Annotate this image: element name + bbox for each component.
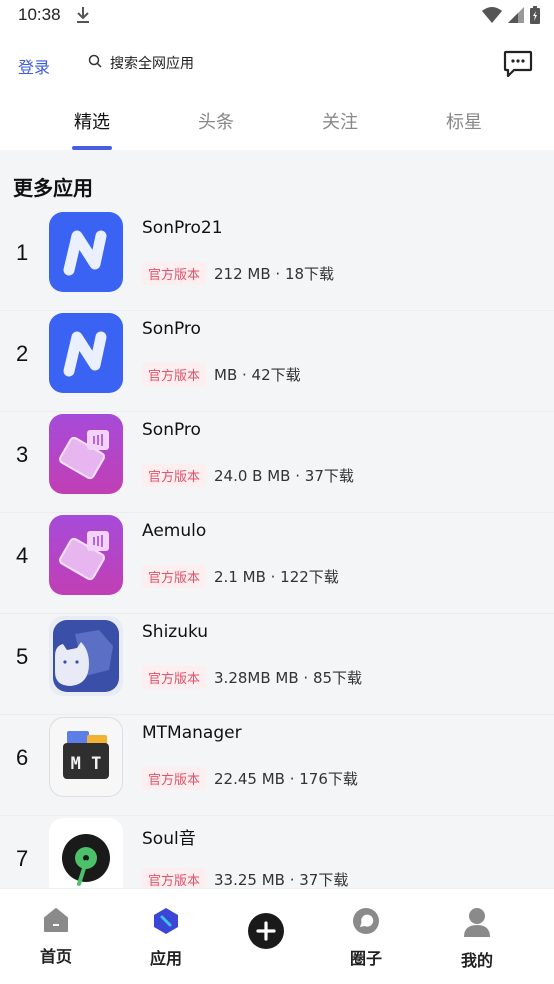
app-stats: 2.1 MB · 122下载 <box>214 568 339 586</box>
app-meta: 官方版本 22.45 MB · 176下载 <box>142 767 358 790</box>
shizuku-icon[interactable] <box>49 616 123 696</box>
nfc-card-icon[interactable] <box>49 414 123 494</box>
nav-circle-label: 圈子 <box>349 949 382 968</box>
app-name: Shizuku <box>142 622 209 642</box>
list-item[interactable]: 5 Shizuku 官方版本 3.28MB MB · 85下载 <box>0 614 554 715</box>
app-meta: 官方版本 24.0 B MB · 37下载 <box>142 464 354 487</box>
nav-mine[interactable]: 我的 <box>447 907 507 971</box>
list-item[interactable]: 7 Soul音 官方版本 33.25 MB · 37下载 <box>0 816 554 888</box>
rank-number: 4 <box>16 543 29 568</box>
apps-icon <box>136 907 196 939</box>
home-icon <box>26 907 86 937</box>
message-icon[interactable] <box>503 50 533 78</box>
rank-number: 2 <box>16 341 29 366</box>
profile-icon <box>447 907 507 941</box>
tab-headlines[interactable]: 头条 <box>176 108 256 134</box>
list-item[interactable]: 6 M T MTManager 官方版本 22.45 MB · 176下载 <box>0 715 554 816</box>
list-item[interactable]: 3 SonPro 官方版本 24.0 B MB · 37下载 <box>0 412 554 513</box>
app-stats: 22.45 MB · 176下载 <box>214 770 358 788</box>
soul-music-icon[interactable] <box>49 818 123 888</box>
rank-number: 6 <box>16 745 29 770</box>
section-title: 更多应用 <box>13 176 93 200</box>
search-placeholder[interactable]: 搜索全网应用 <box>110 53 194 73</box>
rank-number: 3 <box>16 442 29 467</box>
app-meta: 官方版本 2.1 MB · 122下载 <box>142 565 339 588</box>
battery-icon <box>530 6 540 28</box>
nav-home-label: 首页 <box>39 947 72 966</box>
sonpro-n-icon[interactable] <box>49 212 123 292</box>
official-badge: 官方版本 <box>142 464 207 487</box>
list-item[interactable]: 2 SonPro 官方版本 MB · 42下载 <box>0 311 554 412</box>
search-icon <box>88 54 102 72</box>
app-stats: 212 MB · 18下载 <box>214 265 335 283</box>
app-name: Soul音 <box>142 829 196 849</box>
nav-mine-label: 我的 <box>460 951 493 970</box>
official-badge: 官方版本 <box>142 868 207 888</box>
official-badge: 官方版本 <box>142 262 207 285</box>
tab-following[interactable]: 关注 <box>300 108 380 134</box>
app-meta: 官方版本 212 MB · 18下载 <box>142 262 334 285</box>
circle-icon <box>336 907 396 939</box>
app-list: 1 SonPro21 官方版本 212 MB · 18下载 2 SonPro 官… <box>0 210 554 888</box>
tab-featured[interactable]: 精选 <box>52 108 132 134</box>
bottom-nav: 首页 应用 圈子 我的 <box>0 888 554 984</box>
nav-apps[interactable]: 应用 <box>136 907 196 969</box>
sonpro-n-icon[interactable] <box>49 313 123 393</box>
rank-number: 7 <box>16 846 29 871</box>
rank-number: 5 <box>16 644 29 669</box>
svg-text:M T: M T <box>71 754 102 774</box>
nav-home[interactable]: 首页 <box>26 907 86 967</box>
rank-number: 1 <box>16 240 29 265</box>
login-button[interactable]: 登录 <box>18 54 50 78</box>
app-stats: 33.25 MB · 37下载 <box>214 871 349 888</box>
nfc-card-icon[interactable] <box>49 515 123 595</box>
status-icons <box>482 6 540 28</box>
tab-starred[interactable]: 标星 <box>424 108 504 134</box>
wifi-icon <box>482 7 502 27</box>
app-name: SonPro <box>142 420 201 440</box>
top-bar: 登录 搜索全网应用 <box>0 40 554 90</box>
signal-icon <box>508 7 524 27</box>
nav-circle[interactable]: 圈子 <box>336 907 396 969</box>
app-stats: MB · 42下载 <box>214 366 301 384</box>
official-badge: 官方版本 <box>142 363 207 386</box>
list-item[interactable]: 4 Aemulo 官方版本 2.1 MB · 122下载 <box>0 513 554 614</box>
nav-apps-label: 应用 <box>149 949 182 968</box>
app-name: MTManager <box>142 723 242 743</box>
download-icon <box>76 6 90 28</box>
search-bar[interactable]: 搜索全网应用 <box>88 53 194 73</box>
status-time: 10:38 <box>18 5 61 24</box>
app-stats: 24.0 B MB · 37下载 <box>214 467 354 485</box>
content-area[interactable]: 更多应用 1 SonPro21 官方版本 212 MB · 18下载 2 Son… <box>0 150 554 888</box>
tab-bar: 精选 头条 关注 标星 <box>0 96 554 150</box>
app-name: Aemulo <box>142 521 207 541</box>
app-name: SonPro <box>142 319 201 339</box>
list-item[interactable]: 1 SonPro21 官方版本 212 MB · 18下载 <box>0 210 554 311</box>
official-badge: 官方版本 <box>142 565 207 588</box>
official-badge: 官方版本 <box>142 666 207 689</box>
app-name: SonPro21 <box>142 218 223 238</box>
status-bar: 10:38 <box>0 0 554 32</box>
official-badge: 官方版本 <box>142 767 207 790</box>
add-icon[interactable] <box>248 913 284 949</box>
mt-manager-icon[interactable]: M T <box>49 717 123 797</box>
app-meta: 官方版本 MB · 42下载 <box>142 363 301 386</box>
app-meta: 官方版本 33.25 MB · 37下载 <box>142 868 348 888</box>
app-stats: 3.28MB MB · 85下载 <box>214 669 363 687</box>
app-meta: 官方版本 3.28MB MB · 85下载 <box>142 666 362 689</box>
